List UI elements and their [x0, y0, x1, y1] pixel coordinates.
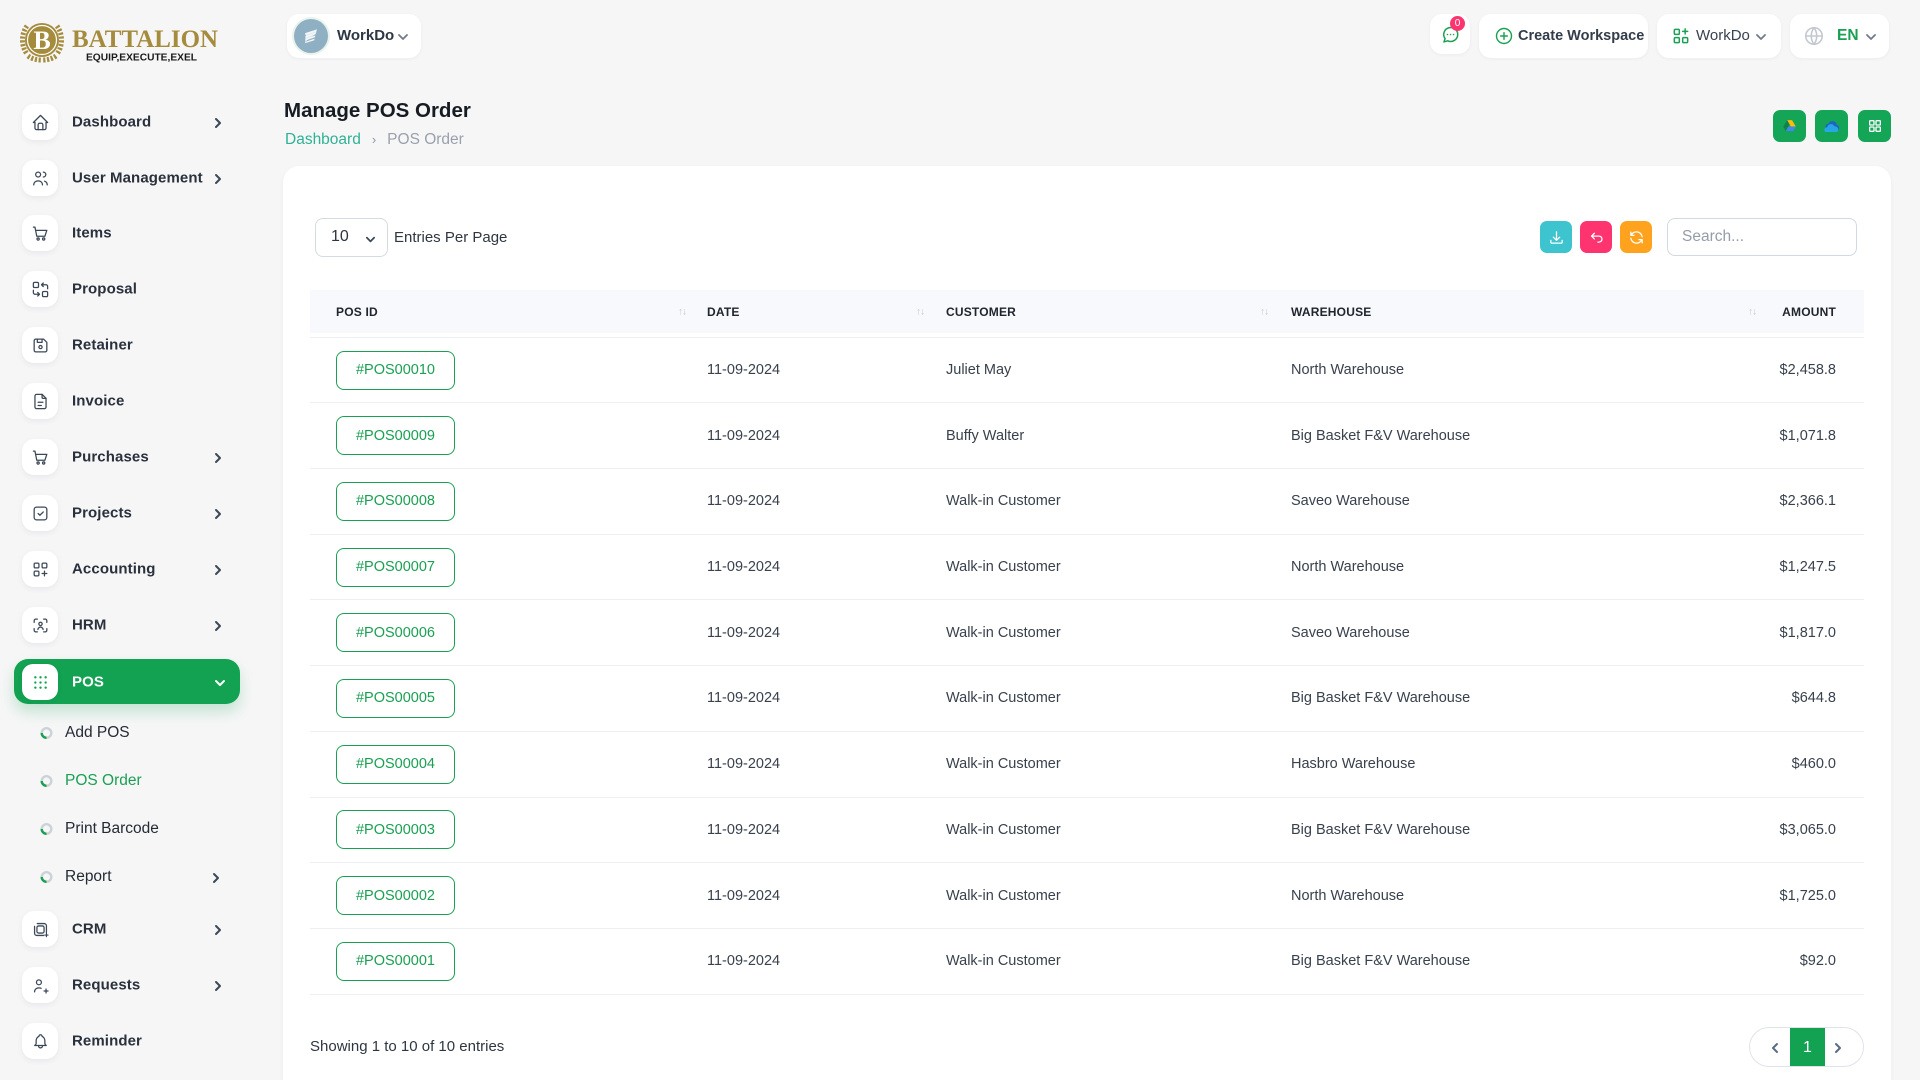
svg-text:EQUIP,EXECUTE,EXEL: EQUIP,EXECUTE,EXEL: [86, 52, 198, 64]
svg-text:B: B: [33, 26, 50, 55]
svg-text:BATTALION: BATTALION: [72, 26, 218, 53]
